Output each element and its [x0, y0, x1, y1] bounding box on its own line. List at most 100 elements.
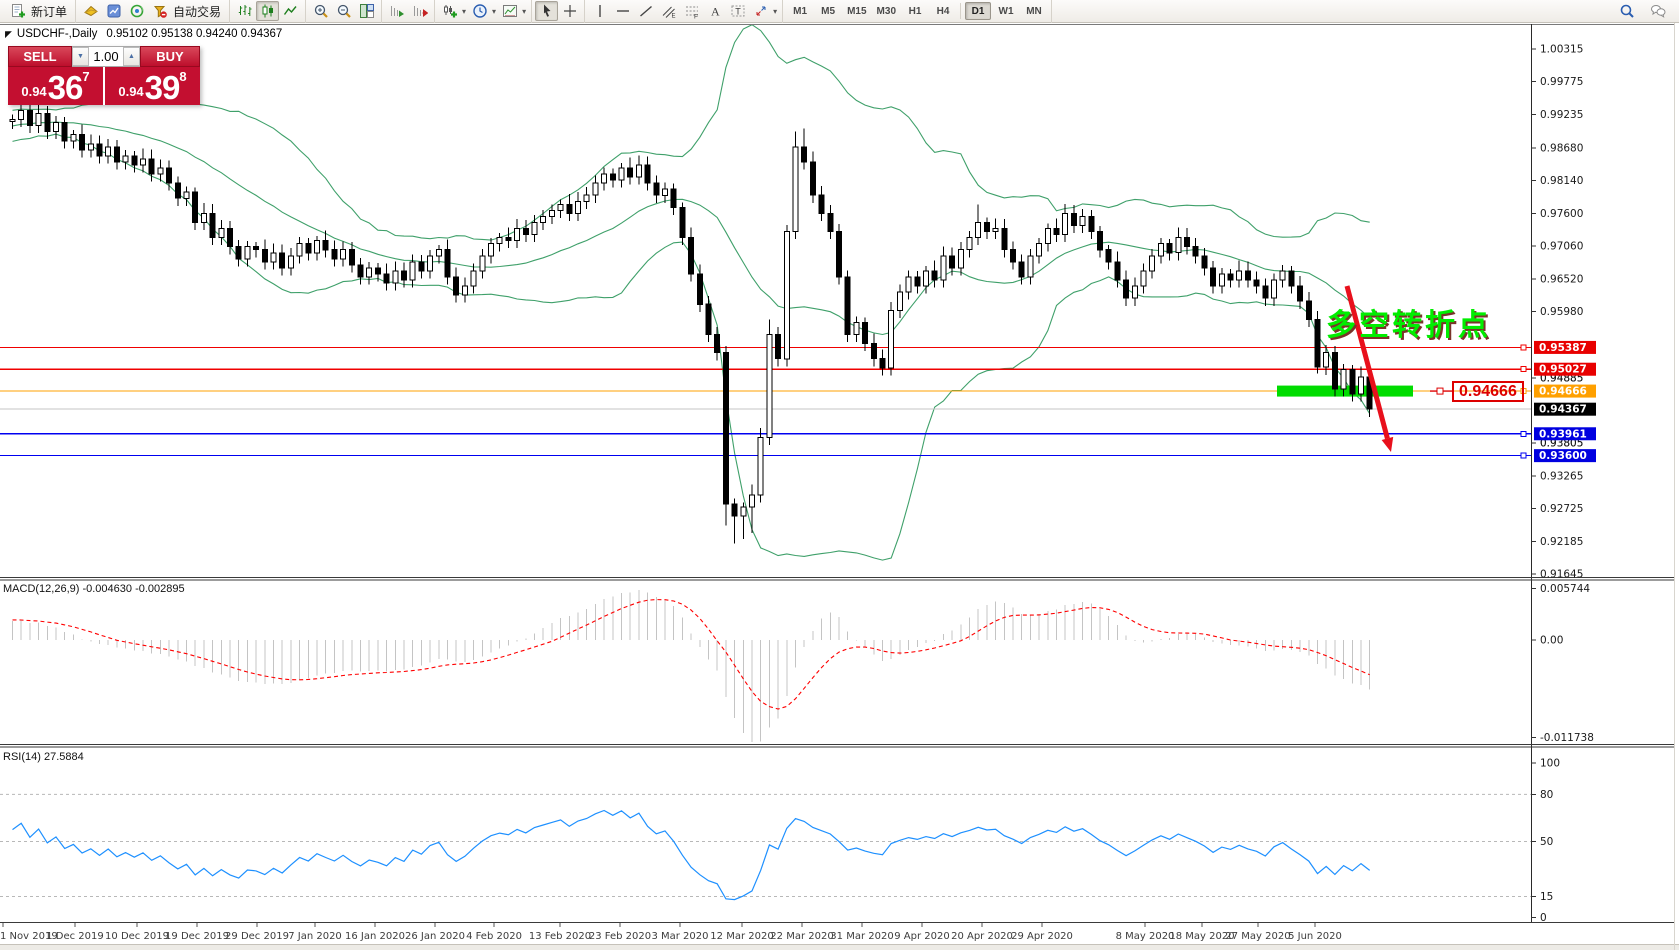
arrow-objects-dropdown-arrow-icon[interactable]: ▾	[773, 7, 777, 16]
timeframe-m30-button[interactable]: M30	[873, 2, 900, 20]
zoom-in-button[interactable]	[309, 1, 332, 21]
price-tick-label: 0.92185	[1540, 536, 1583, 548]
price-line-label: 0.95387	[1539, 342, 1587, 354]
text-button[interactable]: A	[703, 1, 726, 21]
volume-stepper[interactable]: ▼ 1.00 ▲	[72, 46, 140, 67]
chart-shift-button[interactable]	[408, 1, 431, 21]
crosshair-icon	[562, 3, 578, 19]
sell-price[interactable]: 0.94367	[8, 67, 103, 105]
hline-handle[interactable]	[1521, 367, 1526, 372]
date-tick-label: 29 Apr 2020	[1011, 931, 1073, 942]
price-tick-label: 0.97060	[1540, 241, 1583, 253]
timeframe-h1-button[interactable]: H1	[902, 2, 928, 20]
timeframe-m5-button[interactable]: M5	[815, 2, 841, 20]
search-button[interactable]	[1615, 1, 1638, 21]
price-tick-label: 0.93265	[1540, 470, 1583, 482]
templates-button[interactable]	[498, 1, 521, 21]
new-order-button[interactable]	[6, 1, 29, 21]
date-tick-label: 22 Mar 2020	[770, 931, 833, 942]
price-callout-box[interactable]: 0.94666	[1452, 381, 1524, 402]
macd-axis-label: 0.00	[1540, 635, 1563, 647]
equidistant-channel-button[interactable]: E	[657, 1, 680, 21]
cursor-icon	[539, 3, 555, 19]
volume-decrease-button[interactable]: ▼	[72, 47, 89, 66]
horizontal-line-button[interactable]	[611, 1, 634, 21]
macd-histogram	[13, 590, 1370, 742]
date-tick-label: 10 Dec 2019	[105, 931, 169, 942]
date-tick-label: 9 Apr 2020	[894, 931, 949, 942]
volume-increase-button[interactable]: ▲	[123, 47, 140, 66]
zoom-out-button[interactable]	[332, 1, 355, 21]
price-tick-label: 0.99775	[1540, 76, 1583, 88]
trendline-button[interactable]	[634, 1, 657, 21]
vertical-line-button[interactable]	[588, 1, 611, 21]
text-label-button[interactable]: T	[726, 1, 749, 21]
new-chart-dropdown-arrow-icon[interactable]: ▾	[462, 7, 466, 16]
line-chart-mode-button[interactable]	[279, 1, 302, 21]
timeframe-h4-button[interactable]: H4	[930, 2, 956, 20]
volume-value[interactable]: 1.00	[89, 47, 123, 66]
market-watch-icon	[106, 3, 122, 19]
chat-button[interactable]	[1646, 1, 1669, 21]
timeframe-mn-button[interactable]: MN	[1021, 2, 1047, 20]
auto-trading-button[interactable]	[148, 1, 171, 21]
sell-button[interactable]: SELL	[8, 46, 72, 67]
price-line-label: 0.95027	[1539, 364, 1587, 376]
templates-dropdown-arrow-icon[interactable]: ▾	[522, 7, 526, 16]
svg-text:T: T	[735, 7, 741, 17]
signals-button[interactable]	[125, 1, 148, 21]
date-tick-label: 5 Jun 2020	[1288, 931, 1342, 942]
bar-chart-icon	[237, 3, 253, 19]
symbol-period-label: USDCHF-,Daily	[17, 28, 98, 40]
macd-axis-label: 0.005744	[1540, 583, 1590, 595]
buy-button[interactable]: BUY	[140, 46, 200, 67]
rsi-axis-label: 80	[1540, 789, 1553, 801]
clock-icon	[472, 3, 488, 19]
hline-handle[interactable]	[1521, 345, 1526, 350]
toolbar-group	[230, 0, 306, 23]
timeframe-w1-button[interactable]: W1	[993, 2, 1019, 20]
auto-scroll-button[interactable]	[385, 1, 408, 21]
timeframe-d1-button[interactable]: D1	[965, 2, 991, 20]
hline-handle[interactable]	[1521, 431, 1526, 436]
cursor-button[interactable]	[535, 1, 558, 21]
rsi-indicator-label: RSI(14) 27.5884	[3, 751, 84, 763]
macd-axis-label: -0.011738	[1540, 732, 1594, 744]
market-watch-button[interactable]	[102, 1, 125, 21]
style-book-icon	[83, 3, 99, 19]
line-chart-icon	[283, 3, 299, 19]
chart-style-button[interactable]	[79, 1, 102, 21]
timeframe-m15-button[interactable]: M15	[843, 2, 870, 20]
chart-canvas[interactable]: 1.003150.997750.992350.986800.981400.976…	[0, 0, 1679, 950]
new-chart-button[interactable]	[438, 1, 461, 21]
crosshair-button[interactable]	[558, 1, 581, 21]
toolbar-group	[382, 0, 435, 23]
timeframe-m1-button[interactable]: M1	[787, 2, 813, 20]
rsi-line	[13, 811, 1370, 900]
buy-price[interactable]: 0.94398	[105, 67, 200, 105]
rsi-axis-label: 15	[1540, 891, 1553, 903]
new-order-label[interactable]: 新订单	[31, 3, 67, 20]
tile-windows-button[interactable]	[355, 1, 378, 21]
arrow-objects-button[interactable]	[749, 1, 772, 21]
date-tick-label: 4 Feb 2020	[466, 931, 522, 942]
candlestick-mode-button[interactable]	[256, 1, 279, 21]
bar-chart-mode-button[interactable]	[233, 1, 256, 21]
sell-price-sup: 7	[82, 69, 89, 84]
price-tick-label: 0.98680	[1540, 143, 1583, 155]
turning-point-annotation[interactable]: 多空转折点	[1326, 300, 1491, 344]
price-tick-label: 0.96520	[1540, 273, 1583, 285]
price-line-label: 0.94367	[1539, 404, 1587, 416]
hline-handle[interactable]	[1521, 453, 1526, 458]
buy-price-sup: 8	[179, 69, 186, 84]
date-tick-label: 26 Jan 2020	[405, 931, 465, 942]
price-tick-label: 0.91645	[1540, 569, 1583, 581]
price-tick-label: 0.92725	[1540, 503, 1583, 515]
bollinger-bands	[13, 25, 1370, 560]
date-axis[interactable]: 1 Nov 20191 Dec 201910 Dec 201919 Dec 20…	[0, 923, 1342, 942]
fibonacci-button[interactable]: F	[680, 1, 703, 21]
periods-dropdown-arrow-icon[interactable]: ▾	[492, 7, 496, 16]
periods-button[interactable]	[468, 1, 491, 21]
auto-trading-label[interactable]: 自动交易	[173, 3, 221, 20]
price-axis[interactable]: 1.003150.997750.992350.986800.981400.976…	[1531, 44, 1596, 581]
